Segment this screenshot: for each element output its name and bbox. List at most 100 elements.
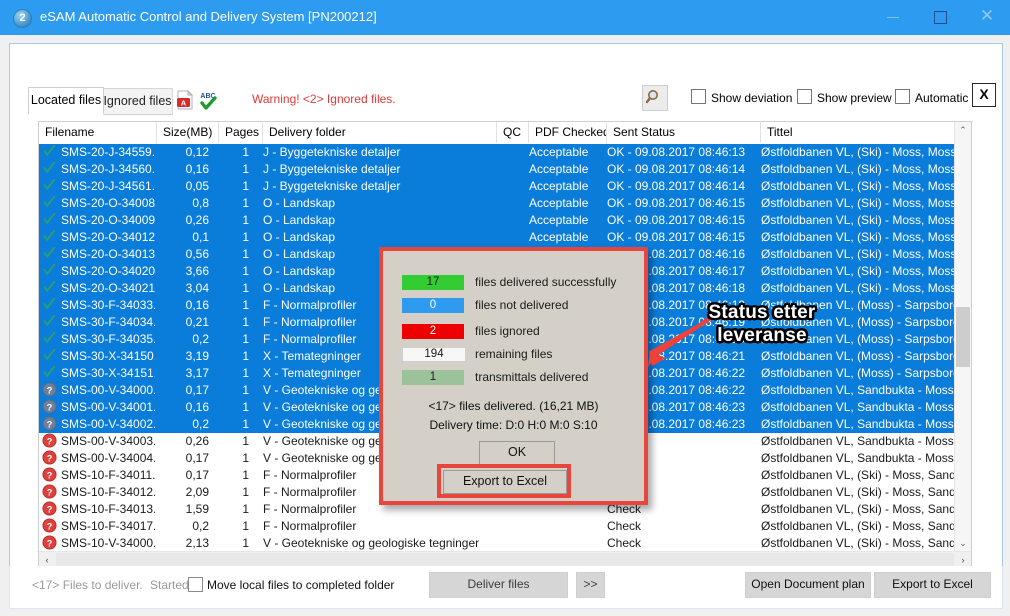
cell-pages: 1 — [242, 451, 249, 465]
maximize-button[interactable] — [917, 0, 963, 32]
cell-size: 0,2 — [192, 519, 209, 533]
svg-text:?: ? — [47, 402, 53, 412]
cell-pages: 1 — [242, 502, 249, 516]
client-area: Ignored files Located files A ABC Warnin… — [0, 35, 1010, 616]
table-row[interactable]: SMS-20-J-34560.pdf 0,16 1 J - Byggetekniske… — [39, 161, 955, 178]
dialog-stat-row: 2 files ignored — [383, 324, 644, 339]
cell-pdf-checked — [529, 518, 599, 535]
open-document-plan-button[interactable]: Open Document plan — [745, 572, 871, 598]
table-row[interactable]: ? SMS-10-F-34017.pdf 0,2 1 F - Normalprofile… — [39, 518, 955, 535]
cell-qc — [497, 212, 521, 229]
row-status-icon: ? — [42, 484, 60, 501]
column-header-filename[interactable]: Filename — [39, 122, 157, 143]
cell-pages: 1 — [242, 468, 249, 482]
scroll-down-arrow-icon[interactable]: ⌄ — [955, 535, 971, 552]
table-row[interactable]: SMS-20-O-34008.pdf 0,8 1 O - Landskap Accept… — [39, 195, 955, 212]
column-header-pages[interactable]: Pages — [219, 122, 263, 143]
search-button[interactable] — [642, 85, 668, 111]
column-header-delivery-folder[interactable]: Delivery folder — [263, 122, 497, 143]
minimize-button[interactable] — [870, 0, 916, 32]
svg-text:?: ? — [47, 538, 53, 548]
show-deviation-checkbox[interactable]: Show deviation — [691, 89, 807, 107]
cell-tittel: Østfoldbanen VL, (Ski) - Moss, Moss Stas… — [761, 264, 955, 278]
row-status-icon — [42, 229, 60, 246]
cell-size: 0,2 — [192, 417, 209, 431]
cell-tittel: Østfoldbanen VL, Sandbukta - Moss - Såst… — [761, 400, 955, 414]
cell-size: 2,09 — [185, 485, 209, 499]
table-row[interactable]: SMS-20-J-34561.pdf 0,05 1 J - Byggetekniske… — [39, 178, 955, 195]
more-options-button[interactable]: >> — [576, 572, 605, 598]
dialog-export-to-excel-button[interactable]: Export to Excel — [443, 470, 567, 494]
table-row[interactable]: SMS-20-J-34559.pdf 0,12 1 J - Byggetekniske… — [39, 144, 955, 161]
cell-size: 0,21 — [185, 315, 209, 329]
cell-size: 0,17 — [185, 468, 209, 482]
export-to-excel-button[interactable]: Export to Excel — [874, 572, 991, 598]
cell-filename: SMS-00-V-34002.pdf — [61, 417, 155, 431]
cell-filename: SMS-20-O-34008.pdf — [61, 196, 155, 210]
cell-filename: SMS-20-O-34013.pdf — [61, 247, 155, 261]
cell-pages: 1 — [242, 315, 249, 329]
cell-pages: 1 — [242, 281, 249, 295]
table-row[interactable]: SMS-20-O-34012.pdf 0,1 1 O - Landskap Accept… — [39, 229, 955, 246]
table-row[interactable]: SMS-20-O-34009.pdf 0,26 1 O - Landskap Accep… — [39, 212, 955, 229]
green-check-icon — [43, 161, 56, 174]
row-status-icon: ? — [42, 467, 60, 484]
pdf-icon[interactable]: A — [174, 89, 196, 111]
cell-pages: 1 — [242, 519, 249, 533]
red-question-mark-icon: ? — [42, 535, 57, 550]
search-icon — [645, 90, 658, 104]
cell-pages: 1 — [242, 400, 249, 414]
cell-pages: 1 — [242, 417, 249, 431]
green-check-icon — [43, 178, 56, 191]
cell-tittel: Østfoldbanen VL, (Ski) - Moss, Moss Stas… — [761, 213, 955, 227]
red-question-mark-icon: ? — [42, 433, 57, 448]
warning-message: Warning! <2> Ignored files. — [252, 92, 396, 106]
svg-text:?: ? — [47, 521, 53, 531]
vertical-scroll-thumb[interactable] — [956, 307, 970, 367]
green-check-icon — [43, 348, 56, 361]
cell-filename: SMS-20-J-34559.pdf — [61, 145, 155, 159]
row-status-icon — [42, 178, 60, 195]
cell-pages: 1 — [242, 179, 249, 193]
tab-located-files[interactable]: Located files — [28, 87, 104, 115]
cell-tittel: Østfoldbanen VL, (Ski) - Moss, Sandbukta… — [761, 502, 955, 516]
column-header-qc[interactable]: QC — [497, 122, 529, 143]
red-question-mark-icon: ? — [42, 484, 57, 499]
cell-pdf-checked: Acceptable — [529, 179, 589, 193]
row-status-icon — [42, 263, 60, 280]
panel-close-button[interactable]: X — [972, 83, 996, 107]
table-row[interactable]: ? SMS-10-V-34000.pdf 2,13 1 V - Geotekniske … — [39, 535, 955, 552]
cell-sent-status: OK - 09.08.2017 08:46:13 — [607, 145, 746, 159]
dialog-ok-button[interactable]: OK — [479, 441, 555, 465]
show-preview-checkbox[interactable]: Show preview — [797, 89, 907, 107]
column-header-pdf-checked[interactable]: PDF Checked — [529, 122, 607, 143]
cell-tittel: Østfoldbanen VL, (Ski) - Moss, Moss Stas… — [761, 179, 955, 193]
show-preview-label: Show preview — [817, 91, 892, 105]
scroll-up-arrow-icon[interactable]: ⌃ — [955, 122, 971, 139]
column-header-tittel[interactable]: Tittel — [761, 122, 955, 143]
title-bar: 2 eSAM Automatic Control and Delivery Sy… — [0, 0, 1010, 35]
cell-tittel: Østfoldbanen VL, (Ski) - Moss, Sandbukta… — [761, 536, 955, 550]
cell-pages: 1 — [242, 332, 249, 346]
cell-filename: SMS-20-J-34561.pdf — [61, 179, 155, 193]
move-local-files-checkbox[interactable] — [188, 577, 203, 592]
svg-text:?: ? — [47, 419, 53, 429]
cell-filename: SMS-00-V-34001.pdf — [61, 400, 155, 414]
automatic-checkbox[interactable]: Automatic — [895, 89, 983, 107]
abc-spellcheck-icon[interactable]: ABC — [198, 89, 220, 111]
red-question-mark-icon: ? — [42, 518, 57, 533]
vertical-scrollbar[interactable]: ⌃ ⌄ — [954, 122, 971, 552]
column-header-sent-status[interactable]: Sent Status — [607, 122, 761, 143]
deliver-files-button[interactable]: Deliver files — [429, 572, 568, 598]
cell-pdf-checked — [529, 535, 599, 552]
close-button[interactable]: ✕ — [964, 0, 1010, 32]
dialog-stat-label: files delivered successfully — [475, 275, 617, 289]
row-status-icon: ? — [42, 535, 60, 552]
row-status-icon — [42, 195, 60, 212]
cell-size: 0,12 — [185, 145, 209, 159]
cell-filename: SMS-30-F-34033.pdf — [61, 298, 155, 312]
tab-ignored-files[interactable]: Ignored files — [102, 88, 173, 115]
cell-size: 1,59 — [185, 502, 209, 516]
column-header-size[interactable]: Size(MB) — [157, 122, 219, 143]
cell-tittel: Østfoldbanen VL, (Ski) - Moss, Sandbukta… — [761, 468, 955, 482]
